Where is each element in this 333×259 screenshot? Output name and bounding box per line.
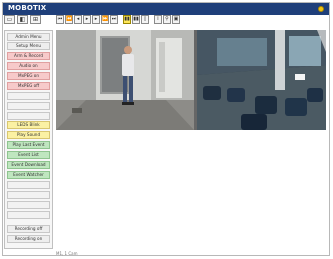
live2-icon[interactable]: ▮▮ [132, 15, 140, 24]
camera-view-left [56, 30, 194, 130]
rewind-icon[interactable]: ⏪ [65, 15, 73, 24]
leds-blink-button[interactable]: LEDS Blink [7, 121, 50, 129]
brand-logo: MOBOTIX [8, 4, 47, 12]
empty-slot [7, 211, 50, 219]
search-icon[interactable]: ⚲ [163, 15, 171, 24]
camera-view-right [197, 30, 326, 130]
last-icon[interactable]: ⏭ [110, 15, 118, 24]
event-list-button[interactable]: Event List [7, 151, 50, 159]
event-watcher-button[interactable]: Event Watcher [7, 171, 50, 179]
empty-slot [7, 201, 50, 209]
mxpeg-off-button[interactable]: MxPEG off [7, 82, 50, 90]
info-icon[interactable]: i [154, 15, 162, 24]
next-icon[interactable]: ▸ [92, 15, 100, 24]
forward-icon[interactable]: ⏩ [101, 15, 109, 24]
player-toolbar: ⏮ ⏪ ◂ ▸ ▸ ⏩ ⏭ ▮▮ ▮▮ ▯ i ⚲ ▣ [56, 15, 180, 25]
sidebar: Admin Menu Setup Menu Arm & Record Audio… [4, 30, 53, 249]
empty-slot [7, 181, 50, 189]
admin-menu-button[interactable]: Admin Menu [7, 33, 50, 41]
play-last-event-button[interactable]: Play Last Event [7, 141, 50, 149]
mark-icon[interactable]: ▯ [141, 15, 149, 24]
prev-icon[interactable]: ◂ [74, 15, 82, 24]
status-text: M1, 1 Cam [56, 251, 78, 256]
status-led-icon [318, 6, 324, 12]
recording-on-button[interactable]: Recording on [7, 235, 50, 243]
empty-slot [7, 102, 50, 110]
save-icon[interactable]: ▣ [172, 15, 180, 24]
setup-menu-button[interactable]: Setup Menu [7, 42, 50, 50]
empty-slot [7, 191, 50, 199]
window-icon[interactable]: ▭ [4, 15, 15, 24]
recording-off-button[interactable]: Recording off [7, 225, 50, 233]
live-video-area[interactable] [56, 30, 326, 130]
empty-slot [7, 112, 50, 120]
mxpeg-on-button[interactable]: MxPEG on [7, 72, 50, 80]
audio-on-button[interactable]: Audio on [7, 62, 50, 70]
event-download-button[interactable]: Event Download [7, 161, 50, 169]
event-panel [56, 132, 326, 249]
layout-icon[interactable]: ◧ [17, 15, 28, 24]
empty-slot [7, 92, 50, 100]
first-icon[interactable]: ⏮ [56, 15, 64, 24]
brand-bar: MOBOTIX [3, 3, 329, 15]
play-icon[interactable]: ▸ [83, 15, 91, 24]
arm-record-button[interactable]: Arm & Record [7, 52, 50, 60]
layout-icons: ▭ ◧ ⊞ [4, 15, 41, 25]
live-icon[interactable]: ▮▮ [123, 15, 131, 24]
grid-icon[interactable]: ⊞ [30, 15, 41, 24]
play-sound-button[interactable]: Play Sound [7, 131, 50, 139]
